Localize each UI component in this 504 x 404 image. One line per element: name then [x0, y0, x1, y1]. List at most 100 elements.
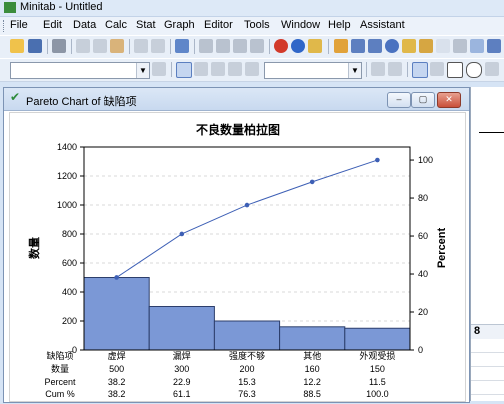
table-cell: 15.3 — [238, 377, 256, 387]
toolbar-separator — [194, 39, 195, 54]
toolbar-separator — [269, 39, 270, 54]
info-icon[interactable] — [385, 39, 399, 53]
graph-editing-toolbar: ▼ ▼ — [0, 58, 504, 82]
find-icon[interactable] — [233, 39, 247, 53]
table-cell: 200 — [239, 364, 254, 374]
column-header-label[interactable]: 8 — [474, 325, 480, 337]
brush-icon[interactable] — [194, 62, 208, 76]
menu-help[interactable]: Help — [328, 19, 351, 31]
table-row-label: Cum % — [45, 389, 75, 399]
open-icon[interactable] — [10, 39, 24, 53]
category-label: 漏焊 — [173, 350, 191, 361]
next-icon[interactable] — [216, 39, 230, 53]
help-icon[interactable] — [291, 39, 305, 53]
menu-calc[interactable]: Calc — [105, 19, 127, 31]
maximize-button[interactable]: ▢ — [411, 92, 435, 108]
crosshair-icon[interactable] — [211, 62, 225, 76]
cumulative-point — [179, 231, 185, 237]
y2-axis-label: Percent — [436, 227, 448, 268]
menu-stat[interactable]: Stat — [136, 19, 156, 31]
undo-icon[interactable] — [134, 39, 148, 53]
project-manager-icon[interactable] — [419, 39, 433, 53]
y2-tick-label: 80 — [418, 193, 428, 203]
rectangle-tool-icon[interactable] — [447, 62, 463, 78]
replace-icon[interactable] — [250, 39, 264, 53]
history-icon[interactable] — [402, 39, 416, 53]
redo-icon[interactable] — [151, 39, 165, 53]
y2-tick-label: 60 — [418, 231, 428, 241]
table-cell: 76.3 — [238, 389, 256, 399]
bars — [83, 277, 411, 351]
table-cell: 61.1 — [173, 389, 191, 399]
worksheet-window-icon[interactable] — [351, 39, 365, 53]
minimize-button[interactable]: ‒ — [387, 92, 411, 108]
y-tick-label: 200 — [62, 316, 77, 326]
background-worksheet-window[interactable]: 8 — [470, 87, 504, 401]
annotation-dropdown[interactable]: ▼ — [264, 62, 362, 79]
session-divider-line — [479, 132, 504, 133]
table-cell: 160 — [305, 364, 320, 374]
y2-tick-label: 100 — [418, 155, 433, 165]
menu-graph[interactable]: Graph — [164, 19, 195, 31]
chevron-down-icon[interactable]: ▼ — [136, 63, 149, 78]
menu-tools[interactable]: Tools — [244, 19, 270, 31]
select-pointer-icon[interactable] — [176, 62, 192, 78]
worksheet-grid[interactable] — [471, 339, 504, 401]
close-button[interactable]: ✕ — [437, 92, 461, 108]
text-tool-icon[interactable] — [430, 62, 444, 76]
copy-icon[interactable] — [93, 39, 107, 53]
menu-data[interactable]: Data — [73, 19, 96, 31]
table-cell: 150 — [370, 364, 385, 374]
cumulative-point — [375, 157, 380, 163]
table-cell: 100.0 — [366, 389, 389, 399]
menu-edit[interactable]: Edit — [43, 19, 62, 31]
line-tool-icon[interactable] — [485, 62, 499, 76]
zoom-icon[interactable] — [152, 62, 166, 76]
save-icon[interactable] — [28, 39, 42, 53]
menu-window[interactable]: Window — [281, 19, 320, 31]
stat-guide-icon[interactable] — [308, 39, 322, 53]
table-row-label: Percent — [44, 377, 76, 387]
menu-file[interactable]: File — [10, 19, 28, 31]
edit-last-dialog-icon[interactable] — [175, 39, 189, 53]
delete-icon[interactable] — [371, 62, 385, 76]
previous-icon[interactable] — [199, 39, 213, 53]
related-docs-icon[interactable] — [453, 39, 467, 53]
bar — [279, 326, 346, 351]
graph-window[interactable]: ✔ Pareto Chart of 缺陷项 ‒ ▢ ✕ 不良数量柏拉图 数量 P… — [3, 87, 470, 403]
session-window-icon[interactable] — [334, 39, 348, 53]
app-title: Minitab - Untitled — [20, 1, 103, 13]
y-tick-label: 800 — [62, 229, 77, 239]
graph-window-title-bar[interactable]: ✔ Pareto Chart of 缺陷项 ‒ ▢ ✕ — [4, 88, 469, 111]
bar — [344, 327, 411, 351]
graph-window-title: Pareto Chart of 缺陷项 — [26, 96, 137, 108]
flag-icon[interactable] — [228, 62, 242, 76]
minitab-logo-icon — [4, 2, 16, 13]
menu-bar: File Edit Data Calc Stat Graph Editor To… — [0, 17, 504, 35]
checkmark-icon: ✔ — [10, 90, 21, 104]
y-tick-label: 1000 — [57, 200, 77, 210]
design-icon[interactable] — [470, 39, 484, 53]
output-icon[interactable] — [487, 39, 501, 53]
cut-icon[interactable] — [76, 39, 90, 53]
ellipse-tool-icon[interactable] — [466, 62, 482, 78]
toolbar-separator — [71, 39, 72, 54]
table-cell: 38.2 — [108, 389, 126, 399]
graph-element-dropdown[interactable]: ▼ — [10, 62, 150, 79]
y-axis-label: 数量 — [27, 237, 41, 259]
arrows-icon[interactable] — [245, 62, 259, 76]
graph-folder-icon[interactable] — [368, 39, 382, 53]
cancel-icon[interactable] — [274, 39, 288, 53]
paste-icon[interactable] — [110, 39, 124, 53]
menu-editor[interactable]: Editor — [204, 19, 233, 31]
cumulative-line-path — [116, 159, 378, 278]
print-icon[interactable] — [52, 39, 66, 53]
annotation-select-icon[interactable] — [412, 62, 428, 78]
chevron-down-icon[interactable]: ▼ — [348, 63, 361, 78]
report-pad-icon[interactable] — [436, 39, 450, 53]
menu-assistant[interactable]: Assistant — [360, 19, 405, 31]
y2-tick-label: 20 — [418, 307, 428, 317]
table-cell: 22.9 — [173, 377, 191, 387]
search-icon[interactable] — [388, 62, 402, 76]
category-label: 其他 — [303, 350, 321, 361]
